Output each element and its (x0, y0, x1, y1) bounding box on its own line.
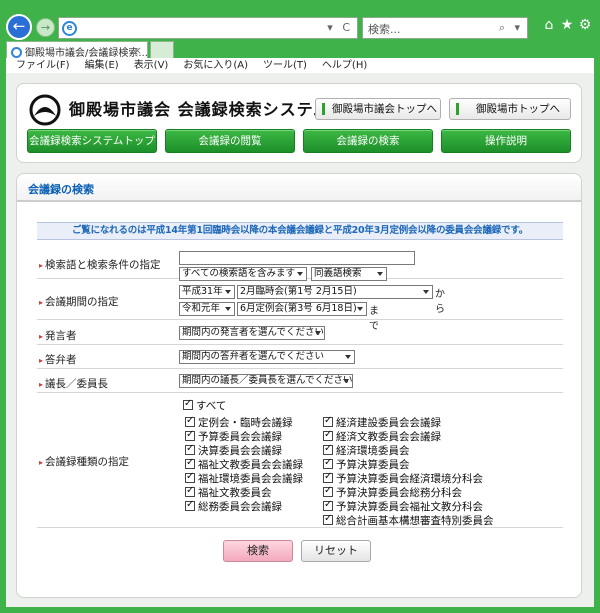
type-checkbox[interactable]: 福祉文教委員会会議録 (185, 457, 303, 472)
green-bar-icon (456, 103, 459, 115)
refresh-icon[interactable]: ▾ C (327, 21, 353, 34)
chair-row: 議長／委員長 期間内の議長／委員長を選んでください (37, 371, 563, 393)
keyword-row: 検索語と検索条件の指定 すべての検索語を含みます 同義語検索 (37, 249, 563, 281)
panel-title: 会議録の検索 (17, 174, 581, 202)
forward-button[interactable]: → (36, 18, 55, 37)
keyword-input[interactable] (179, 251, 415, 265)
synonym-select[interactable]: 同義語検索 (311, 267, 387, 281)
type-checkbox[interactable]: 予算決算委員会経済環境分科会 (323, 471, 483, 486)
address-bar[interactable]: e ▾ C (58, 17, 358, 39)
nav-help[interactable]: 操作説明 (441, 129, 571, 153)
site-title: 御殿場市議会 会議録検索システム (69, 100, 331, 119)
type-checkbox[interactable]: 経済環境委員会 (323, 443, 410, 458)
keyword-mode-select[interactable]: すべての検索語を含みます (179, 267, 307, 281)
nav-search[interactable]: 会議録の検索 (303, 129, 433, 153)
council-top-link[interactable]: 御殿場市議会トップへ (315, 98, 441, 120)
coverage-notice: ご覧になれるのは平成14年第1回臨時会以降の本会議会議録と平成20年3月定例会以… (37, 222, 563, 240)
responder-row: 答弁者 期間内の答弁者を選んでください (37, 347, 563, 369)
speaker-select[interactable]: 期間内の発言者を選んでください (179, 326, 325, 340)
browser-search-input[interactable]: 検索... ⌕ ▾ (362, 17, 528, 39)
green-bar-icon (322, 103, 325, 115)
reset-button[interactable]: リセット (301, 540, 371, 562)
type-checkbox[interactable]: 福祉環境委員会会議録 (185, 471, 303, 486)
type-checkbox[interactable]: 予算決算委員会福祉文教分科会 (323, 499, 483, 514)
menu-edit[interactable]: 編集(E) (85, 58, 119, 73)
period-to-era-select[interactable]: 令和元年 (179, 302, 235, 316)
city-logo-icon (29, 94, 61, 126)
menu-view[interactable]: 表示(V) (134, 58, 169, 73)
type-checkbox[interactable]: 決算委員会会議録 (185, 443, 282, 458)
period-from-suffix: から (435, 289, 445, 315)
home-icon[interactable]: ⌂ (540, 15, 558, 35)
main-nav: 会議録検索システムトップ 会議録の閲覧 会議録の検索 操作説明 (27, 129, 571, 153)
speaker-row: 発言者 期間内の発言者を選んでください (37, 323, 563, 345)
search-panel: 会議録の検索 ご覧になれるのは平成14年第1回臨時会以降の本会議会議録と平成20… (16, 173, 582, 598)
ie-icon: e (62, 21, 77, 36)
menu-bar: ファイル(F) 編集(E) 表示(V) お気に入り(A) ツール(T) ヘルプ(… (6, 58, 594, 73)
page-viewport: 御殿場市議会 会議録検索システム 御殿場市議会トップへ 御殿場市トップへ 会議録… (6, 73, 594, 607)
menu-tools[interactable]: ツール(T) (263, 58, 307, 73)
city-top-link[interactable]: 御殿場市トップへ (449, 98, 571, 120)
period-to-session-select[interactable]: 6月定例会(第3号 6月18日) (237, 302, 367, 316)
type-checkbox[interactable]: 予算委員会会議録 (185, 429, 282, 444)
type-checkbox[interactable]: 定例会・臨時会議録 (185, 415, 293, 430)
favorites-star-icon[interactable]: ★ (558, 15, 576, 35)
type-checkbox[interactable]: 予算決算委員会 (323, 457, 410, 472)
search-icon[interactable]: ⌕ ▾ (499, 21, 523, 35)
period-from-session-select[interactable]: 2月臨時会(第1号 2月15日) (237, 285, 433, 299)
keyword-label: 検索語と検索条件の指定 (39, 257, 161, 272)
ie-tab-icon (11, 47, 22, 58)
nav-system-top[interactable]: 会議録検索システムトップ (27, 129, 157, 153)
type-checkbox[interactable]: 経済文教委員会会議録 (323, 429, 441, 444)
type-checkbox[interactable]: 予算決算委員会総務分科会 (323, 485, 462, 500)
chair-label: 議長／委員長 (39, 376, 108, 391)
menu-favorites[interactable]: お気に入り(A) (183, 58, 248, 73)
responder-label: 答弁者 (39, 352, 77, 367)
type-checkbox[interactable]: 経済建設委員会会議録 (323, 415, 441, 430)
responder-select[interactable]: 期間内の答弁者を選んでください (179, 350, 355, 364)
gear-icon[interactable]: ⚙ (576, 15, 594, 35)
period-from-era-select[interactable]: 平成31年 (179, 285, 235, 299)
close-tab-icon[interactable]: × (133, 44, 142, 57)
new-tab-button[interactable] (150, 41, 174, 59)
nav-browse[interactable]: 会議録の閲覧 (165, 129, 295, 153)
chair-select[interactable]: 期間内の議長／委員長を選んでください (179, 374, 353, 388)
search-button[interactable]: 検索 (223, 540, 293, 562)
period-label: 会議期間の指定 (39, 294, 119, 309)
speaker-label: 発言者 (39, 328, 77, 343)
menu-help[interactable]: ヘルプ(H) (322, 58, 367, 73)
type-checkbox[interactable]: 総合計画基本構想審査特別委員会 (323, 513, 494, 528)
menu-file[interactable]: ファイル(F) (16, 58, 70, 73)
type-checkbox[interactable]: 総務委員会会議録 (185, 499, 282, 514)
site-header: 御殿場市議会 会議録検索システム 御殿場市議会トップへ 御殿場市トップへ 会議録… (16, 83, 582, 163)
type-checkbox[interactable]: 福祉文教委員会 (185, 485, 272, 500)
period-row: 会議期間の指定 平成31年 2月臨時会(第1号 2月15日) から 令和元年 6… (37, 282, 563, 332)
back-button[interactable]: ← (6, 14, 32, 40)
types-row: 会議録種類の指定 すべて 定例会・臨時会議録 予算委員会会議録 決算委員会会議録… (37, 396, 563, 528)
types-label: 会議録種類の指定 (39, 454, 129, 469)
type-all-checkbox[interactable]: すべて (183, 398, 226, 413)
browser-chrome: ← → e ▾ C 検索... ⌕ ▾ ⌂ ★ ⚙ 御殿場市議会/会議録検索..… (0, 0, 600, 73)
